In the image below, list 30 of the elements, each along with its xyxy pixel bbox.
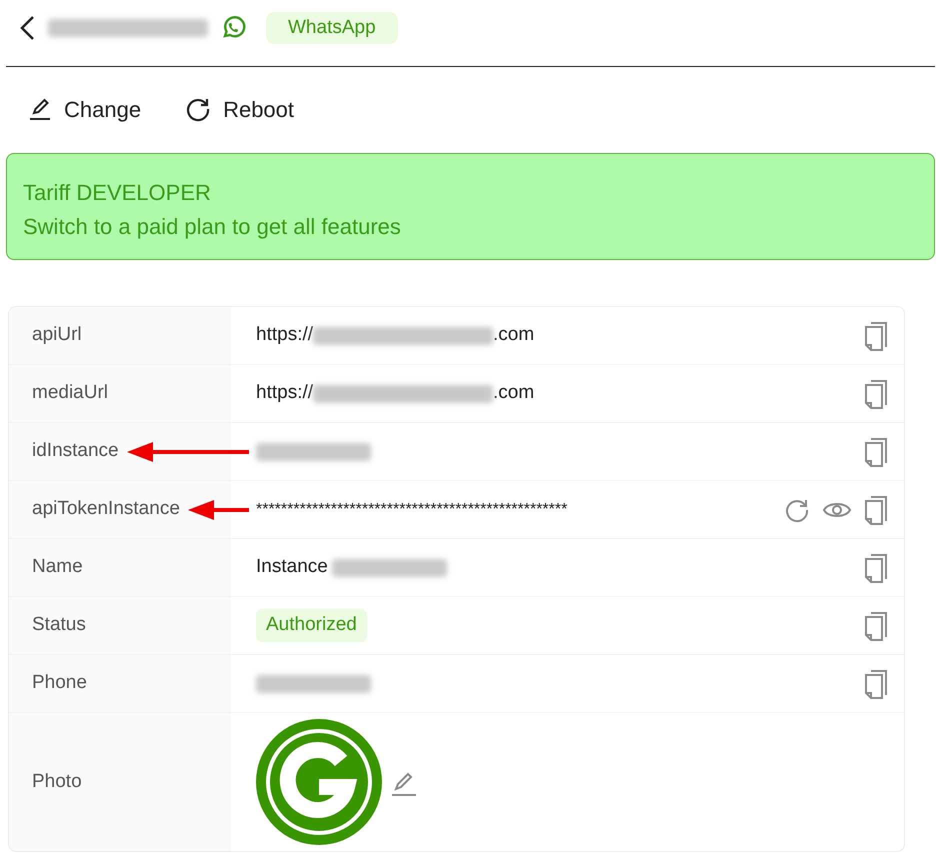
- reboot-button[interactable]: Reboot: [185, 92, 294, 126]
- field-label: apiUrl: [32, 323, 82, 348]
- copy-icon[interactable]: [864, 668, 888, 698]
- copy-icon[interactable]: [864, 610, 888, 640]
- copy-icon[interactable]: [864, 436, 888, 466]
- tariff-message: Switch to a paid plan to get all features: [23, 213, 401, 241]
- field-label: Phone: [32, 671, 87, 696]
- token-value: **************************************************: [256, 500, 568, 520]
- messenger-badge: WhatsApp: [266, 12, 398, 44]
- url-suffix: .com: [493, 323, 534, 348]
- field-label: Name: [32, 555, 83, 580]
- status-badge: Authorized: [256, 609, 367, 642]
- copy-icon[interactable]: [864, 494, 888, 524]
- field-label: idInstance: [32, 439, 119, 464]
- url-prefix: https://: [256, 381, 314, 406]
- field-label: apiTokenInstance: [32, 497, 180, 522]
- tariff-heading: Tariff DEVELOPER: [23, 179, 211, 207]
- edit-icon: [28, 97, 52, 121]
- change-button[interactable]: Change: [28, 92, 142, 126]
- url-suffix: .com: [493, 381, 534, 406]
- copy-icon[interactable]: [864, 378, 888, 408]
- refresh-icon: [185, 96, 212, 122]
- back-icon[interactable]: [18, 14, 36, 42]
- name-value: Instance: [256, 555, 328, 580]
- url-prefix: https://: [256, 323, 314, 348]
- copy-icon[interactable]: [864, 320, 888, 350]
- field-label: mediaUrl: [32, 381, 108, 406]
- copy-icon[interactable]: [864, 552, 888, 582]
- field-label: Photo: [32, 770, 82, 794]
- field-label: Status: [32, 613, 86, 638]
